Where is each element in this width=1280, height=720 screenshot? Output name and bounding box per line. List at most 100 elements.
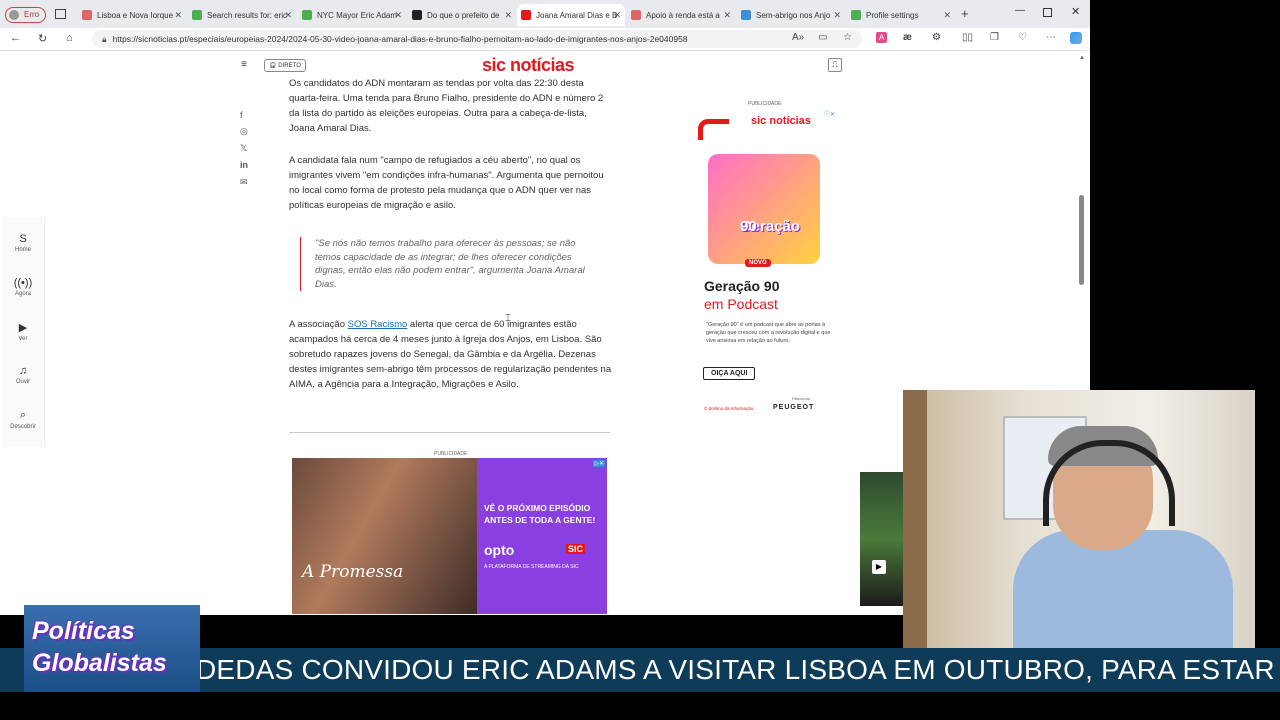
tab-lisboa[interactable]: Lisboa e Nova Iorque ✕ [78,4,186,26]
tab-favicon-icon [851,10,861,20]
favorite-star-icon[interactable]: ☆ [843,32,852,43]
paragraph-text: A associação [289,319,348,330]
close-icon[interactable]: ✕ [394,10,402,21]
ad-label: PUBLICIDADE [748,101,782,107]
close-icon[interactable]: ✕ [833,10,841,21]
close-icon[interactable]: ✕ [174,10,182,21]
maximize-icon[interactable] [1043,8,1052,17]
mouse-cursor-icon: ⌶ [505,313,511,324]
ad-tagline: A PLATAFORMA DE STREAMING DA SIC [484,564,579,570]
nav-item-ver[interactable]: ▶ Ver [2,321,44,342]
email-share-icon[interactable]: ✉ [240,177,248,188]
home-icon[interactable]: ⌂ [66,32,73,44]
x-share-icon[interactable]: 𝕏 [240,143,247,154]
address-toolbar: ← ↻ ⌂ 🔒︎ https://sicnoticias.pt/especiais… [0,28,1090,51]
search-icon: ⌕ [19,409,27,421]
facebook-share-icon[interactable]: f [240,110,243,120]
ad-cta-text: VÊ O PRÓXIMO EPISÓDIO ANTES DE TODA A GE… [484,503,596,525]
tab-prefeito[interactable]: Do que o prefeito de ✕ [408,4,516,26]
close-icon[interactable]: ✕ [613,10,621,21]
tab-joana-amaral-dias[interactable]: Joana Amaral Dias e B ✕ [517,4,625,26]
sos-racismo-link[interactable]: SOS Racismo [348,319,408,330]
extension-ae-icon[interactable]: æ [903,32,912,43]
profile-button[interactable]: Erro [5,7,47,23]
nav-item-agora[interactable]: ((•)) Agora [2,277,44,297]
tab-favicon-icon [192,10,202,20]
cover-text: 90 [740,218,757,235]
close-icon[interactable]: ✕ [284,10,292,21]
peugeot-logo: PEUGEOT [773,404,815,411]
user-account-icon[interactable]: ⎍ [828,58,842,72]
ad-subheading: em Podcast [704,296,778,312]
adchoices-icon[interactable]: ⓘ✕ [824,109,835,118]
more-menu-icon[interactable]: ⋯ [1046,32,1056,43]
tab-sem-abrigo[interactable]: Sem-abrigo nos Anjo ✕ [737,4,845,26]
close-icon[interactable]: ✕ [504,10,512,21]
tab-apoio-renda[interactable]: Apoio à renda está a ✕ [627,4,735,26]
tab-search-results[interactable]: Search results for: eric ✕ [188,4,296,26]
tab-nyc-mayor[interactable]: NYC Mayor Eric Adam ✕ [298,4,406,26]
reload-icon[interactable]: ↻ [38,32,47,45]
extensions-icon[interactable]: ⚙ [932,32,941,43]
sic-swoosh-logo [698,119,729,140]
left-navigation: S Home ((•)) Agora ▶ Ver ♫ Ouvir ⌕ Descobrir [2,217,45,447]
channel-logo: Políticas Globalistas [24,605,200,692]
nav-label: Ver [18,336,28,342]
nav-item-descobrir[interactable]: ⌕ Descobrir [2,409,44,430]
url-text: https://sicnoticias.pt/especiais/europei… [112,34,688,44]
ad-brand: sic notícias [751,115,811,127]
adchoices-icon[interactable]: ▷✕ [593,460,605,467]
back-icon[interactable]: ← [10,32,21,44]
whatsapp-share-icon[interactable]: ◎ [240,126,248,137]
collections-icon[interactable]: ❐ [990,32,999,43]
close-window-icon[interactable]: ✕ [1071,5,1080,18]
tab-favicon-icon [302,10,312,20]
close-icon[interactable]: ✕ [723,10,731,21]
hamburger-menu-icon[interactable]: ≡ [241,59,247,70]
linkedin-share-icon[interactable]: in [240,160,248,170]
scrollbar-thumb[interactable] [1079,195,1084,285]
presenter-shirt [1013,530,1233,648]
ticker-text: DEDAS CONVIDOU ERIC ADAMS A VISITAR LISB… [196,654,1280,685]
ad-label: PUBLICIDADE [434,451,468,457]
minimize-icon[interactable]: — [1015,5,1025,16]
close-icon[interactable]: ✕ [943,10,951,21]
read-aloud-icon[interactable]: A» [792,32,804,43]
new-tab-icon[interactable]: + [961,6,969,21]
tab-label: Apoio à renda está a [646,10,720,20]
nav-item-home[interactable]: S Home [2,233,44,253]
reader-mode-icon[interactable]: ▭ [818,32,827,43]
site-logo[interactable]: sic notícias [482,55,575,76]
split-screen-icon[interactable]: ▯▯ [962,32,973,43]
video-thumbnail[interactable]: ▶ [860,472,905,606]
opto-logo: opto [484,542,515,558]
browser-essentials-icon[interactable]: ♡ [1018,32,1027,43]
webcam-overlay [903,390,1255,648]
nav-item-ouvir[interactable]: ♫ Ouvir [2,365,44,385]
podcast-cover-image: Geração 90 [708,154,820,264]
play-icon[interactable]: ▶ [872,560,886,574]
tab-actions-icon[interactable] [55,9,66,19]
address-bar[interactable]: 🔒︎ https://sicnoticias.pt/especiais/europ… [92,30,862,48]
article-paragraph: Os candidatos do ADN montaram as tendas … [289,78,604,134]
podcast-ad[interactable]: ⓘ✕ sic notícias Geração 90 NOVO Geração 9… [696,109,838,419]
direto-label: DIRETO [278,63,301,69]
opto-ad-banner[interactable]: A Promessa VÊ O PRÓXIMO EPISÓDIO ANTES D… [292,458,607,614]
sic-logo: SIC [566,544,586,554]
ad-photo [292,458,477,614]
ad-footer: O destino da Informação. [704,406,755,411]
extension-a-icon[interactable]: A [876,32,887,43]
tab-profile-settings[interactable]: Profile settings ✕ [847,4,955,26]
tab-favicon-icon [82,10,92,20]
article-paragraph: A associação SOS Racismo alerta que cerc… [289,317,614,392]
copilot-icon[interactable] [1070,32,1082,44]
headphones-icon: 🎧︎ [269,63,277,69]
oica-aqui-button[interactable]: OIÇA AQUI [703,367,756,380]
divider [289,432,610,433]
article-quote: "Se nós não temos trabalho para oferecer… [300,237,595,291]
tab-favicon-icon [741,10,751,20]
nav-label: Ouvir [15,379,31,385]
ad-description: "Geração 90" é um podcast que abre as po… [706,322,831,344]
ad-show-title: A Promessa [302,562,404,582]
direto-button[interactable]: 🎧︎ DIRETO [264,59,306,72]
